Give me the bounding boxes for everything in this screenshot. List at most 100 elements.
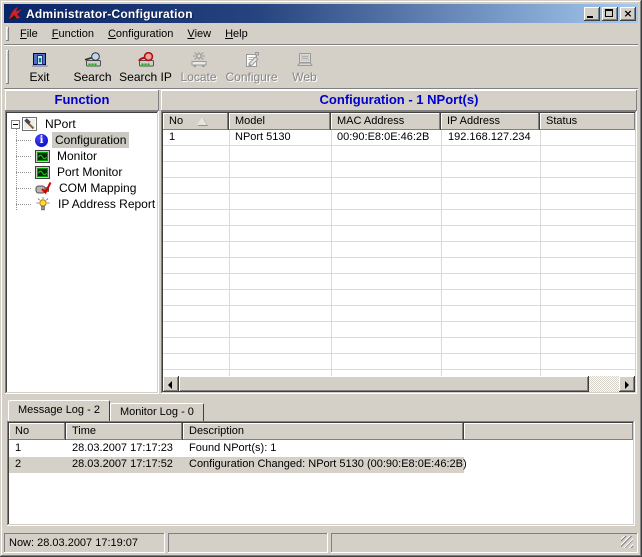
device-list: No Model MAC Address IP Address Status 1… bbox=[161, 111, 637, 394]
device-model: NPort 5130 bbox=[235, 130, 291, 145]
function-panel-header: Function bbox=[5, 90, 159, 111]
menu-configuration[interactable]: Configuration bbox=[101, 26, 180, 43]
log-column-description[interactable]: Description bbox=[183, 423, 464, 440]
tree-item-com-mapping[interactable]: COM Mapping bbox=[33, 180, 139, 196]
arrow-right-icon bbox=[625, 381, 629, 389]
log-column-no[interactable]: No bbox=[9, 423, 66, 440]
tree-item-label[interactable]: COM Mapping bbox=[56, 180, 139, 196]
log-time: 28.03.2007 17:17:23 bbox=[72, 441, 173, 456]
device-table-body: 1 NPort 5130 00:90:E8:0E:46:2B 192.168.1… bbox=[163, 130, 635, 376]
tree-item-ip-address-report[interactable]: IP Address Report bbox=[33, 196, 157, 212]
device-ip: 192.168.127.234 bbox=[448, 130, 531, 145]
tree-item-nport[interactable]: NPort bbox=[11, 116, 79, 132]
maximize-icon bbox=[605, 9, 613, 17]
configure-icon bbox=[242, 51, 262, 68]
configuration-panel-header: Configuration - 1 NPort(s) bbox=[161, 90, 637, 111]
device-row[interactable]: 1 NPort 5130 00:90:E8:0E:46:2B 192.168.1… bbox=[163, 130, 635, 146]
search-ip-button[interactable]: Search IP bbox=[119, 47, 172, 88]
menu-view[interactable]: View bbox=[180, 26, 218, 43]
maximize-button[interactable] bbox=[602, 7, 618, 21]
window-title: Administrator-Configuration bbox=[26, 7, 584, 21]
log-no: 2 bbox=[15, 457, 21, 472]
log-table-header: No Time Description bbox=[9, 423, 633, 440]
log-no: 1 bbox=[15, 441, 21, 456]
tree-connector bbox=[16, 140, 32, 141]
locate-icon bbox=[189, 51, 209, 68]
column-header-model[interactable]: Model bbox=[229, 113, 331, 130]
resize-grip[interactable] bbox=[621, 536, 633, 548]
search-ip-label: Search IP bbox=[119, 70, 172, 84]
device-table-header: No Model MAC Address IP Address Status bbox=[163, 113, 635, 130]
configuration-info-icon bbox=[35, 134, 48, 147]
toolbar-grip[interactable] bbox=[6, 50, 9, 84]
tree-item-port-monitor[interactable]: Port Monitor bbox=[33, 164, 125, 180]
configure-button[interactable]: Configure bbox=[225, 47, 278, 88]
horizontal-scrollbar[interactable] bbox=[163, 376, 635, 392]
log-row[interactable]: 2 28.03.2007 17:17:52 Configuration Chan… bbox=[9, 457, 633, 473]
web-button[interactable]: Web bbox=[278, 47, 331, 88]
exit-button[interactable]: Exit bbox=[13, 47, 66, 88]
close-button[interactable]: × bbox=[620, 7, 636, 21]
search-button[interactable]: Search bbox=[66, 47, 119, 88]
minimize-button[interactable] bbox=[584, 7, 600, 21]
column-header-no[interactable]: No bbox=[163, 113, 229, 130]
log-column-time[interactable]: Time bbox=[66, 423, 183, 440]
sort-ascending-icon bbox=[197, 117, 207, 125]
search-ip-icon bbox=[135, 51, 157, 68]
status-pane-2 bbox=[168, 533, 328, 553]
tree-connector bbox=[16, 172, 32, 173]
ip-report-icon bbox=[35, 197, 51, 211]
configure-label: Configure bbox=[225, 70, 277, 84]
menu-function[interactable]: Function bbox=[45, 26, 101, 43]
collapse-expander-icon[interactable] bbox=[11, 120, 20, 129]
app-icon bbox=[7, 6, 23, 21]
scroll-right-button[interactable] bbox=[619, 376, 635, 392]
menubar-grip[interactable] bbox=[6, 27, 9, 41]
menu-file[interactable]: File bbox=[13, 26, 45, 43]
tree-item-label[interactable]: IP Address Report bbox=[55, 196, 157, 212]
menu-help[interactable]: Help bbox=[218, 26, 255, 43]
title-bar[interactable]: Administrator-Configuration × bbox=[4, 4, 638, 23]
tree-connector bbox=[16, 188, 32, 189]
column-header-mac-address[interactable]: MAC Address bbox=[331, 113, 441, 130]
tab-monitor-log[interactable]: Monitor Log - 0 bbox=[110, 403, 204, 421]
tree-item-label[interactable]: Monitor bbox=[54, 148, 100, 164]
log-description: Configuration Changed: NPort 5130 (00:90… bbox=[189, 457, 467, 472]
tree-connector bbox=[16, 204, 32, 205]
locate-label: Locate bbox=[180, 70, 216, 84]
menu-bar: File Function Configuration View Help bbox=[4, 24, 638, 44]
status-pane-3 bbox=[331, 533, 638, 553]
tree-item-monitor[interactable]: Monitor bbox=[33, 148, 100, 164]
column-header-ip-address[interactable]: IP Address bbox=[441, 113, 540, 130]
scrollbar-thumb[interactable] bbox=[179, 376, 589, 392]
tree-item-label[interactable]: NPort bbox=[42, 116, 79, 132]
nport-icon bbox=[22, 117, 38, 132]
tree-item-label[interactable]: Configuration bbox=[52, 132, 129, 148]
exit-icon bbox=[31, 51, 49, 68]
tab-message-log[interactable]: Message Log - 2 bbox=[8, 400, 110, 421]
close-icon: × bbox=[620, 7, 636, 21]
column-header-status[interactable]: Status bbox=[540, 113, 635, 130]
log-row[interactable]: 1 28.03.2007 17:17:23 Found NPort(s): 1 bbox=[9, 441, 633, 457]
search-icon bbox=[82, 51, 104, 68]
function-tree: NPort Configuration Monitor bbox=[5, 111, 159, 394]
tree-connector bbox=[16, 125, 17, 211]
log-description: Found NPort(s): 1 bbox=[189, 441, 276, 456]
com-mapping-icon bbox=[35, 181, 52, 195]
web-icon bbox=[295, 51, 315, 68]
tree-item-configuration[interactable]: Configuration bbox=[33, 132, 129, 148]
log-time: 28.03.2007 17:17:52 bbox=[72, 457, 173, 472]
exit-label: Exit bbox=[29, 70, 49, 84]
arrow-left-icon bbox=[168, 381, 172, 389]
toolbar: Exit Search Search IP bbox=[4, 46, 638, 88]
minimize-icon bbox=[587, 16, 593, 18]
locate-button[interactable]: Locate bbox=[172, 47, 225, 88]
status-now: Now: 28.03.2007 17:19:07 bbox=[4, 533, 165, 553]
web-label: Web bbox=[292, 70, 316, 84]
message-log-list: No Time Description 1 28.03.2007 17:17:2… bbox=[7, 421, 635, 526]
monitor-icon bbox=[35, 166, 50, 179]
scroll-left-button[interactable] bbox=[163, 376, 179, 392]
monitor-icon bbox=[35, 150, 50, 163]
tree-connector bbox=[16, 156, 32, 157]
tree-item-label[interactable]: Port Monitor bbox=[54, 164, 125, 180]
